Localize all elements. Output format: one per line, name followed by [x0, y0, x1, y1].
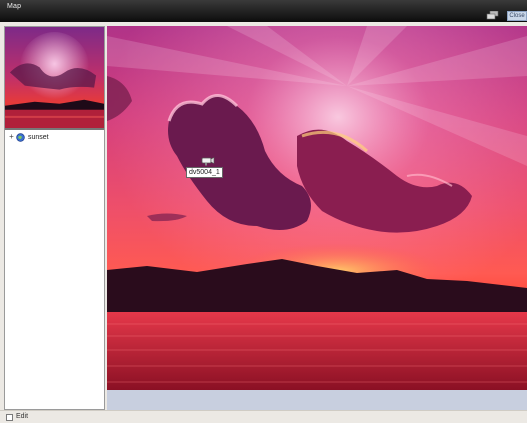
tree-item-sunset[interactable]: + sunset — [7, 131, 49, 143]
map-view[interactable]: dv5004_1 — [107, 26, 527, 390]
tree-item-label: sunset — [28, 133, 49, 141]
layers-icon[interactable] — [486, 11, 499, 20]
edit-checkbox-label: Edit — [16, 413, 29, 420]
window-title: Map — [7, 3, 22, 10]
close-button[interactable]: Close — [507, 11, 527, 21]
sidebar: + sunset — [4, 26, 105, 410]
camera-label: dv5004_1 — [186, 167, 223, 178]
expand-icon[interactable]: + — [7, 132, 16, 142]
globe-icon — [16, 132, 25, 142]
edit-checkbox[interactable] — [6, 414, 13, 421]
camera-icon[interactable] — [201, 156, 215, 166]
status-bar: Edit — [0, 410, 527, 423]
sunset-map-image — [107, 26, 527, 390]
map-window: Map Close + sunset dv5004_1 Edit — [0, 0, 527, 423]
map-overview-thumbnail[interactable] — [5, 27, 104, 130]
map-footer — [107, 390, 527, 410]
title-bar: Map Close — [0, 0, 527, 22]
